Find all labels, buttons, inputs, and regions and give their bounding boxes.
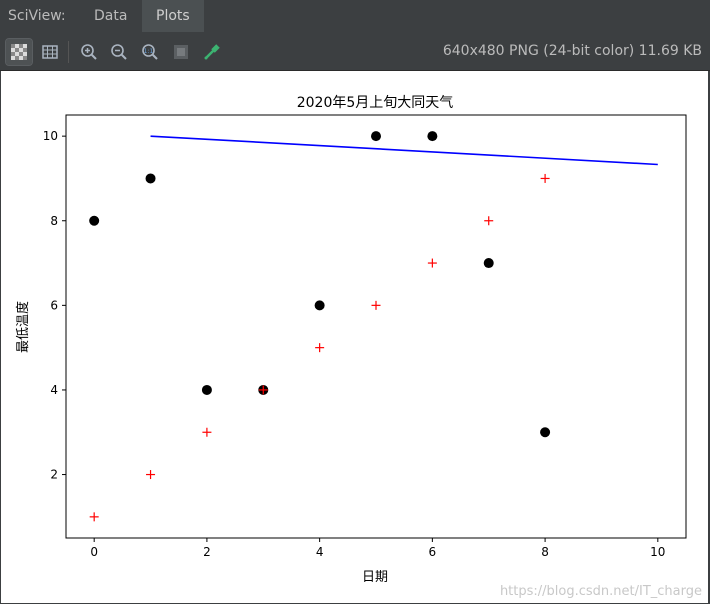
tab-plots[interactable]: Plots xyxy=(142,0,204,32)
tab-data[interactable]: Data xyxy=(80,0,141,32)
series-line xyxy=(150,135,658,166)
chart-title: 2020年5月上旬大同天气 xyxy=(297,95,454,111)
data-point-circle xyxy=(483,258,494,269)
image-info: 640x480 PNG (24-bit color) 11.69 KB xyxy=(442,43,702,59)
watermark: https://blog.csdn.net/IT_charge xyxy=(499,584,702,599)
zoom-in-icon[interactable] xyxy=(76,39,102,65)
data-point-circle xyxy=(145,173,156,184)
x-tick-label: 8 xyxy=(541,545,549,559)
x-tick-label: 2 xyxy=(203,545,211,559)
actual-size-icon[interactable]: 1:1 xyxy=(137,39,163,65)
axes: 0 2 4 6 8 10 2 4 6 8 10 xyxy=(43,114,687,559)
data-point-circle xyxy=(314,300,325,311)
checkerboard-background-icon[interactable] xyxy=(5,38,33,66)
color-picker-icon[interactable] xyxy=(199,39,225,65)
y-tick-label: 6 xyxy=(50,298,58,312)
data-point-plus xyxy=(202,427,212,437)
x-tick-label: 0 xyxy=(90,545,98,559)
data-point-plus xyxy=(371,300,381,310)
y-tick-label: 10 xyxy=(43,129,58,143)
plot-frame xyxy=(65,114,687,539)
plot-toolbar: 1:1 640x480 PNG (24-bit color) 11.69 KB xyxy=(0,32,710,71)
svg-text:1:1: 1:1 xyxy=(144,48,154,55)
scatter-chart: 0 2 4 6 8 10 2 4 6 8 10 2020年5月上旬大同天气 日期 最低温度 xyxy=(15,95,687,585)
y-tick-label: 8 xyxy=(50,214,58,228)
data-point-plus xyxy=(427,258,437,268)
data-point-circle xyxy=(540,427,551,438)
marks xyxy=(89,131,658,522)
x-tick-label: 10 xyxy=(650,545,665,559)
x-axis-label: 日期 xyxy=(362,570,388,585)
sciview-header: SciView: Data Plots xyxy=(0,0,710,32)
x-tick-label: 6 xyxy=(429,545,437,559)
data-point-plus xyxy=(89,512,99,522)
data-point-plus xyxy=(146,470,156,480)
y-tick-label: 4 xyxy=(50,383,58,397)
toolbar-separator xyxy=(68,41,69,63)
plot-canvas: 0 2 4 6 8 10 2 4 6 8 10 2020年5月上旬大同天气 日期 最低温度 http… xyxy=(1,71,708,603)
data-point-circle xyxy=(89,215,100,226)
grid-view-icon[interactable] xyxy=(37,39,63,65)
data-point-circle xyxy=(427,131,438,142)
sciview-label: SciView: xyxy=(8,8,66,24)
y-tick-label: 2 xyxy=(50,468,58,482)
data-point-circle xyxy=(371,131,381,142)
y-axis-label: 最低温度 xyxy=(15,301,31,353)
data-point-plus xyxy=(540,173,550,183)
x-tick-label: 4 xyxy=(316,545,324,559)
zoom-out-icon[interactable] xyxy=(106,39,132,65)
fit-icon[interactable] xyxy=(168,39,194,65)
data-point-plus xyxy=(484,216,494,226)
data-point-plus xyxy=(315,343,325,353)
data-point-circle xyxy=(201,384,212,395)
